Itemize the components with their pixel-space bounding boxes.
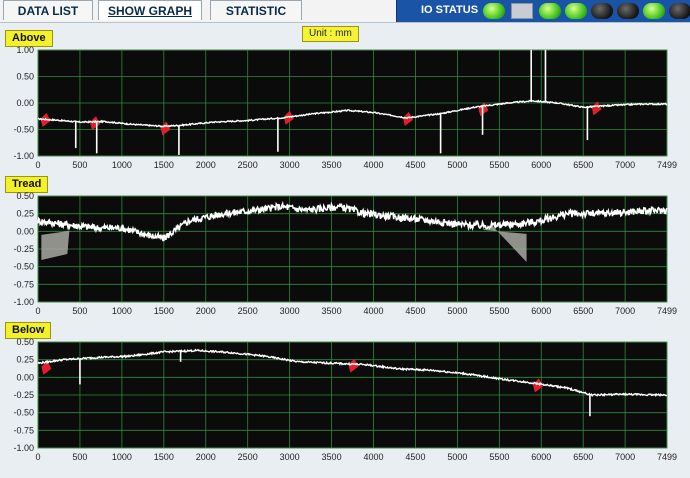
x-tick-label: 2000 (196, 452, 216, 462)
x-tick-label: 5500 (489, 160, 509, 170)
y-tick-label: -0.75 (13, 425, 34, 435)
x-tick-label: 500 (72, 160, 87, 170)
y-tick-label: 0.25 (16, 209, 34, 219)
x-tick-label: 2000 (196, 160, 216, 170)
y-tick-label: -0.25 (13, 390, 34, 400)
x-tick-label: 5000 (447, 160, 467, 170)
x-tick-label: 2500 (238, 160, 258, 170)
y-tick-label: 1.00 (16, 46, 34, 55)
x-tick-label: 500 (72, 306, 87, 316)
panel-title-above: Above (5, 30, 53, 47)
y-tick-label: -0.25 (13, 244, 34, 254)
x-tick-label: 500 (72, 452, 87, 462)
io-lamp-3 (539, 3, 561, 19)
x-tick-label: 3500 (322, 452, 342, 462)
x-tick-label: 4000 (363, 160, 383, 170)
io-lamp-1 (483, 3, 505, 19)
io-lamp-8 (669, 3, 690, 19)
x-tick-label: 0 (35, 160, 40, 170)
x-tick-label: 3000 (280, 160, 300, 170)
top-bar: DATA LIST SHOW GRAPH STATISTIC IO STATUS (0, 0, 690, 23)
x-tick-label: 4500 (405, 160, 425, 170)
y-tick-label: 0.50 (16, 192, 34, 201)
io-status-panel: IO STATUS (396, 0, 690, 22)
io-lamp-7 (643, 3, 665, 19)
x-tick-label: 4500 (405, 306, 425, 316)
x-tick-label: 2000 (196, 306, 216, 316)
y-tick-label: -0.50 (13, 262, 34, 272)
io-lamp-2 (511, 3, 533, 19)
x-tick-label: 4000 (363, 306, 383, 316)
x-tick-label: 7000 (615, 306, 635, 316)
y-tick-label: -0.75 (13, 279, 34, 289)
panel-title-tread: Tread (5, 176, 49, 193)
io-lamp-6 (617, 3, 639, 19)
x-tick-label: 3500 (322, 306, 342, 316)
x-tick-label: 0 (35, 306, 40, 316)
x-tick-label: 6500 (573, 452, 593, 462)
x-tick-label: 7000 (615, 452, 635, 462)
x-tick-label: 6500 (573, 306, 593, 316)
x-tick-label: 6000 (531, 452, 551, 462)
x-tick-label: 1500 (154, 160, 174, 170)
io-lamp-5 (591, 3, 613, 19)
y-tick-label: -0.50 (13, 125, 34, 135)
x-tick-label: 5500 (489, 452, 509, 462)
x-tick-label: 3500 (322, 160, 342, 170)
x-tick-label: 1500 (154, 306, 174, 316)
x-tick-label: 5500 (489, 306, 509, 316)
x-tick-label: 3000 (280, 452, 300, 462)
x-tick-label: 2500 (238, 306, 258, 316)
unit-label: Unit : mm (302, 26, 359, 42)
y-tick-label: 0.00 (16, 98, 34, 108)
x-tick-label: 1000 (112, 306, 132, 316)
x-tick-label: 5000 (447, 452, 467, 462)
above-graph: 0 500 1000 1500 2000 2500 3000 3500 4000 4500 5000… (13, 46, 677, 170)
x-tick-label: 6500 (573, 160, 593, 170)
x-tick-label: 5000 (447, 306, 467, 316)
panel-title-below: Below (5, 322, 52, 339)
x-tick-label: 6000 (531, 306, 551, 316)
y-tick-label: -1.00 (13, 443, 34, 453)
x-tick-label: 7499 (657, 160, 677, 170)
y-tick-label: 0.25 (16, 355, 34, 365)
x-tick-label: 1000 (112, 160, 132, 170)
x-tick-label: 4500 (405, 452, 425, 462)
y-tick-label: 0.50 (16, 72, 34, 82)
io-status-label: IO STATUS (421, 4, 479, 16)
x-tick-label: 7499 (657, 452, 677, 462)
x-tick-label: 7000 (615, 160, 635, 170)
x-tick-label: 1000 (112, 452, 132, 462)
x-tick-label: 4000 (363, 452, 383, 462)
y-tick-label: -1.00 (13, 151, 34, 161)
x-tick-label: 6000 (531, 160, 551, 170)
tab-statistic[interactable]: STATISTIC (210, 0, 302, 20)
y-tick-label: 0.00 (16, 372, 34, 382)
x-tick-label: 1500 (154, 452, 174, 462)
x-tick-label: 7499 (657, 306, 677, 316)
x-tick-label: 0 (35, 452, 40, 462)
tab-data-list[interactable]: DATA LIST (3, 0, 93, 20)
io-lamp-4 (565, 3, 587, 19)
tread-graph: 0 500 1000 1500 2000 2500 3000 3500 4000 4500 5000… (13, 192, 677, 316)
below-graph: 0 500 1000 1500 2000 2500 3000 3500 4000 4500 5000… (13, 338, 677, 462)
y-tick-label: 0.50 (16, 338, 34, 347)
x-tick-label: 2500 (238, 452, 258, 462)
y-tick-label: -1.00 (13, 297, 34, 307)
y-tick-label: -0.50 (13, 408, 34, 418)
x-tick-label: 3000 (280, 306, 300, 316)
y-tick-label: 0.00 (16, 226, 34, 236)
tab-show-graph[interactable]: SHOW GRAPH (98, 0, 202, 20)
